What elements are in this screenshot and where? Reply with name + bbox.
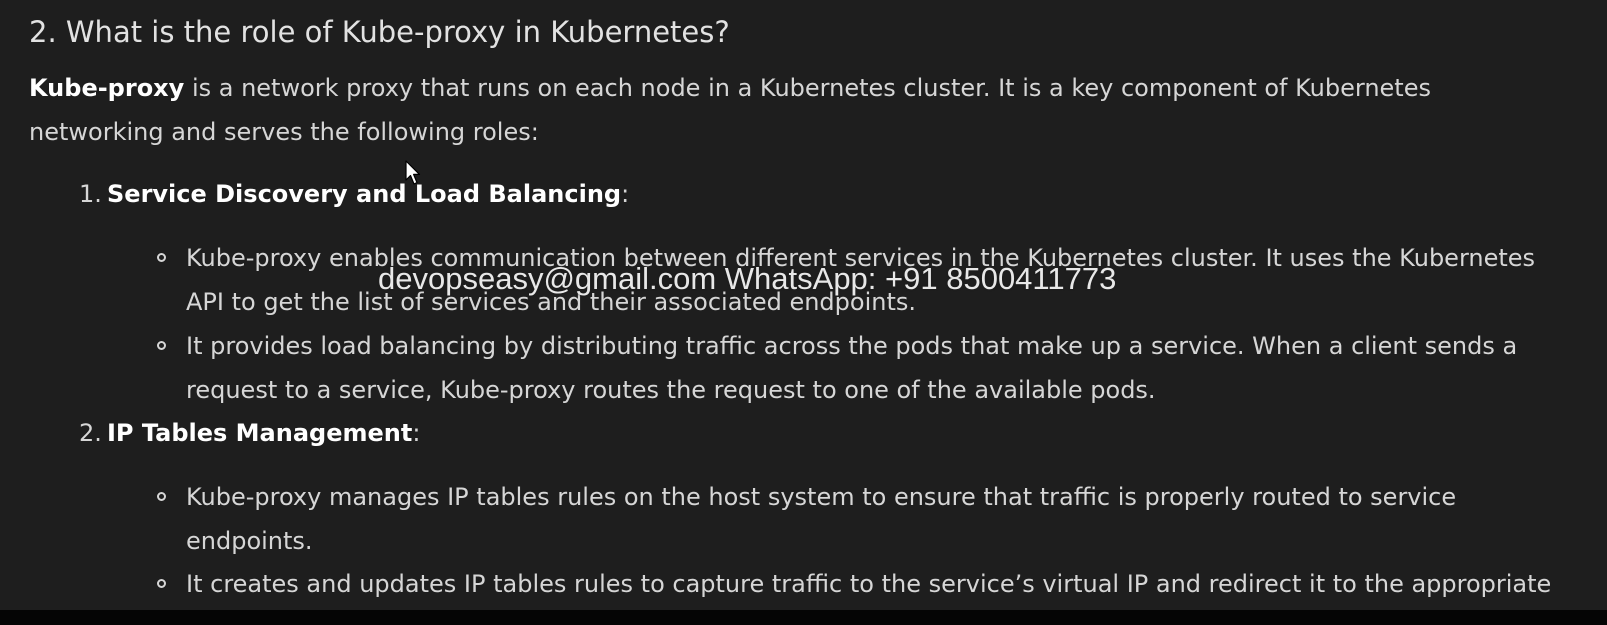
list-item-number: 1. bbox=[79, 180, 102, 208]
list-item-suffix: : bbox=[621, 180, 630, 208]
bullet-text: It creates and updates IP tables rules t… bbox=[186, 570, 1552, 598]
list-item-service-discovery: 1. Service Discovery and Load Balancing: bbox=[79, 172, 629, 216]
hollow-circle-bullet-icon bbox=[157, 253, 166, 262]
hollow-circle-bullet-icon bbox=[157, 579, 166, 588]
bottom-bar bbox=[0, 610, 1607, 625]
bullet-text: Kube-proxy manages IP tables rules on th… bbox=[186, 483, 1457, 555]
bullet-item: It creates and updates IP tables rules t… bbox=[157, 562, 1576, 606]
intro-bold-term: Kube-proxy bbox=[29, 74, 185, 102]
hollow-circle-bullet-icon bbox=[157, 341, 166, 350]
bullet-item: It provides load balancing by distributi… bbox=[157, 324, 1576, 412]
bullet-text: It provides load balancing by distributi… bbox=[186, 332, 1518, 404]
intro-paragraph: Kube-proxy is a network proxy that runs … bbox=[29, 66, 1509, 154]
bullet-item: Kube-proxy manages IP tables rules on th… bbox=[157, 475, 1576, 563]
hollow-circle-bullet-icon bbox=[157, 492, 166, 501]
intro-text: is a network proxy that runs on each nod… bbox=[29, 74, 1431, 146]
list-item-suffix: : bbox=[412, 419, 421, 447]
document-view: 2. What is the role of Kube-proxy in Kub… bbox=[0, 0, 1607, 610]
list-item-title: Service Discovery and Load Balancing bbox=[107, 180, 622, 208]
list-item-ip-tables: 2. IP Tables Management: bbox=[79, 411, 420, 455]
question-heading: 2. What is the role of Kube-proxy in Kub… bbox=[29, 15, 730, 49]
list-item-number: 2. bbox=[79, 419, 102, 447]
list-item-title: IP Tables Management bbox=[107, 419, 413, 447]
mouse-pointer-icon bbox=[405, 160, 421, 185]
watermark-text: devopseasy@gmail.com WhatsApp: +91 85004… bbox=[378, 261, 1117, 296]
